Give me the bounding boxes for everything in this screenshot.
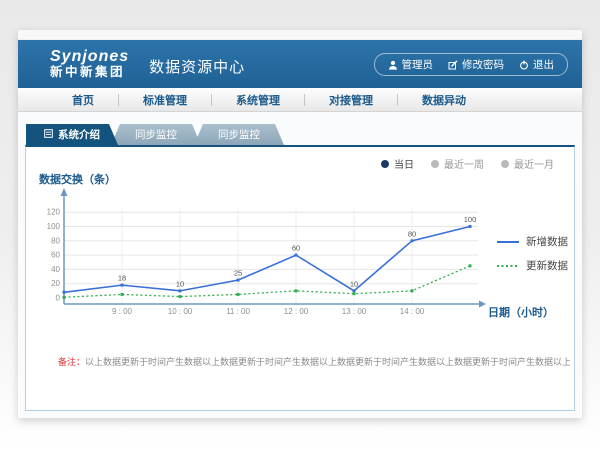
x-tick-label: 12 : 00	[284, 307, 309, 316]
logout-label: 退出	[533, 57, 554, 72]
legend-item: 更新数据	[496, 258, 568, 273]
logo-company-name: 新中新集团	[50, 66, 129, 79]
radio-label: 最近一月	[514, 156, 554, 171]
x-tick-label: 14 : 00	[400, 307, 425, 316]
footnote-label: 备注：	[58, 357, 85, 367]
change-password-button[interactable]: 修改密码	[448, 57, 504, 72]
tab-system-intro[interactable]: 系统介绍	[26, 124, 118, 145]
edit-icon	[448, 60, 458, 70]
tab-label: 同步监控	[218, 127, 260, 142]
x-axis-arrow-icon	[479, 301, 486, 308]
main-nav: 首页 标准管理 系统管理 对接管理 数据异动	[18, 88, 582, 112]
data-point	[411, 239, 414, 242]
tab-sync-monitor-2[interactable]: 同步监控	[194, 124, 284, 145]
legend-line-icon	[496, 237, 520, 247]
data-point	[295, 289, 298, 292]
y-tick-label: 0	[56, 294, 61, 303]
tab-sync-monitor-1[interactable]: 同步监控	[111, 124, 201, 145]
data-point-label: 10	[350, 279, 358, 288]
app-window: Synjones 新中新集团 数据资源中心 管理员 修改密码 退出	[18, 30, 582, 418]
tab-label: 系统介绍	[58, 127, 100, 142]
legend-label: 新增数据	[526, 234, 568, 249]
company-logo: Synjones 新中新集团	[50, 49, 129, 79]
data-point	[121, 293, 124, 296]
x-axis-title: 日期（小时）	[488, 304, 554, 320]
user-button[interactable]: 管理员	[388, 57, 434, 72]
footnote: 备注：以上数据更新于时间产生数据以上数据更新于时间产生数据以上数据更新于时间产生…	[58, 355, 570, 368]
data-point-label: 10	[176, 279, 184, 288]
data-point-label: 60	[292, 244, 300, 253]
data-point-label: 25	[234, 269, 242, 278]
footnote-text: 以上数据更新于时间产生数据以上数据更新于时间产生数据以上数据更新于时间产生数据以…	[85, 357, 570, 367]
data-point	[63, 296, 66, 299]
user-label: 管理员	[402, 57, 434, 72]
power-icon	[519, 60, 529, 70]
tab-bar: 系统介绍 同步监控 同步监控	[25, 124, 575, 145]
nav-item-system-management[interactable]: 系统管理	[212, 92, 304, 108]
legend-label: 更新数据	[526, 258, 568, 273]
chart-panel: 当日 最近一周 最近一月 数据交换（条） 9 : 0010 : 0011 : 0…	[25, 145, 575, 411]
data-point	[469, 264, 472, 267]
y-tick-label: 60	[51, 251, 60, 260]
nav-item-standard-management[interactable]: 标准管理	[119, 92, 211, 108]
y-tick-label: 20	[51, 279, 60, 288]
x-tick-label: 11 : 00	[226, 307, 250, 316]
data-point-label: 18	[118, 274, 126, 283]
content-area: 系统介绍 同步监控 同步监控 当日 最近一周	[18, 112, 582, 418]
radio-last-week[interactable]: 最近一周	[431, 156, 484, 171]
data-point	[237, 279, 240, 282]
page-title: 数据资源中心	[149, 56, 245, 77]
chart-legend: 新增数据更新数据	[496, 234, 568, 273]
data-point	[63, 291, 66, 294]
tab-label: 同步监控	[135, 127, 177, 142]
y-tick-label: 120	[47, 208, 61, 217]
x-tick-label: 13 : 00	[342, 307, 367, 316]
y-tick-label: 100	[47, 222, 61, 231]
x-tick-label: 10 : 00	[168, 307, 193, 316]
data-point	[121, 284, 124, 287]
y-tick-label: 40	[51, 265, 60, 274]
data-point	[295, 254, 298, 257]
y-tick-label: 80	[51, 236, 60, 245]
radio-label: 最近一周	[444, 156, 484, 171]
x-tick-label: 9 : 00	[112, 307, 133, 316]
data-point	[179, 295, 182, 298]
radio-dot-icon	[501, 160, 509, 168]
data-point	[237, 293, 240, 296]
legend-line-icon	[496, 261, 520, 271]
nav-item-integration-management[interactable]: 对接管理	[305, 92, 397, 108]
window-top-strip	[18, 30, 582, 40]
nav-item-home[interactable]: 首页	[48, 92, 118, 108]
radio-dot-icon	[381, 160, 389, 168]
logout-button[interactable]: 退出	[519, 57, 554, 72]
data-point	[353, 289, 356, 292]
data-point	[411, 289, 414, 292]
user-icon	[388, 60, 398, 70]
data-point	[353, 292, 356, 295]
change-password-label: 修改密码	[462, 57, 504, 72]
line-chart: 9 : 00 10 : 00 11 : 00 12 : 00 13 : 00 14 : 0…	[44, 185, 496, 321]
time-range-filter: 当日 最近一周 最近一月	[26, 147, 574, 171]
document-icon	[44, 129, 53, 141]
app-header: Synjones 新中新集团 数据资源中心 管理员 修改密码 退出	[18, 40, 582, 88]
logo-brand-text: Synjones	[50, 49, 129, 66]
radio-dot-icon	[431, 160, 439, 168]
legend-item: 新增数据	[496, 234, 568, 249]
radio-today[interactable]: 当日	[381, 156, 414, 171]
data-point	[469, 225, 472, 228]
data-point	[179, 289, 182, 292]
user-menu: 管理员 修改密码 退出	[374, 53, 569, 76]
data-point-label: 80	[408, 229, 416, 238]
radio-last-month[interactable]: 最近一月	[501, 156, 554, 171]
y-axis-arrow-icon	[61, 188, 68, 196]
radio-label: 当日	[394, 156, 414, 171]
data-point-label: 100	[464, 215, 477, 224]
nav-item-data-change[interactable]: 数据异动	[398, 92, 490, 108]
